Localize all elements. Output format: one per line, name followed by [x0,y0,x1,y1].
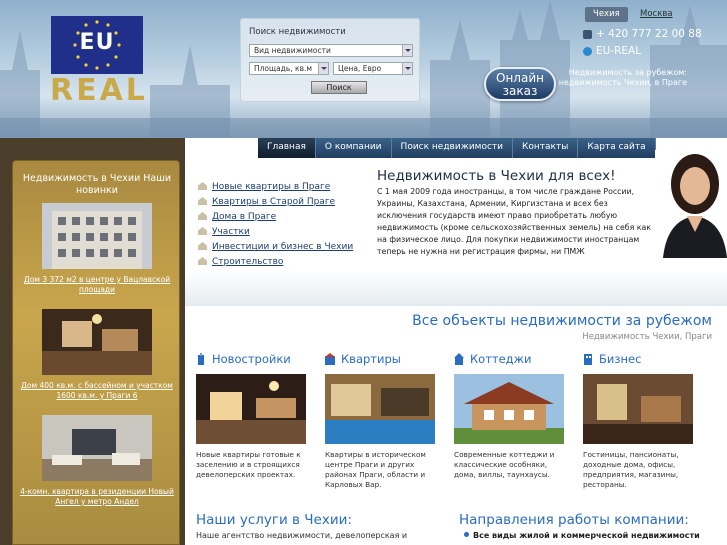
listing-caption[interactable]: 4-комн. квартира в резиденции Новый Анге… [13,487,181,507]
area-value: Площадь, кв.м [254,64,313,73]
link-label: Строительство [212,257,284,267]
listing-caption[interactable]: Дом 400 кв.м. с бассейном и участком 160… [13,381,181,401]
phone-number: + 420 777 22 00 88 [596,28,702,40]
search-title: Поиск недвижимости [249,27,346,37]
link-investments[interactable]: Инвестиции и бизнес в Чехии [198,240,353,255]
link-apartments-old-prague[interactable]: Квартиры в Старой Праге [198,195,353,210]
cottage-icon [454,353,464,365]
nav-home[interactable]: Главная [258,138,316,158]
link-new-apartments-prague[interactable]: Новые квартиры в Праге [198,180,353,195]
listing-photo-interior [42,309,152,375]
listing-item[interactable]: 4-комн. квартира в резиденции Новый Анге… [13,415,181,507]
link-houses-prague[interactable]: Дома в Праге [198,210,353,225]
eu-flag: EU [51,16,143,74]
category-desc: Новые квартиры готовые к заселению и в с… [196,450,301,479]
category-new-buildings[interactable]: Новостройки Новые квартиры готовые к зас… [196,350,306,480]
listing-item[interactable]: Дом 3 372 м2 в центре у Вацлавской площа… [13,203,181,295]
house-icon [198,227,207,235]
house-icon [198,257,207,265]
chevron-down-icon [318,63,328,74]
house-icon [198,182,207,190]
link-label: Инвестиции и бизнес в Чехии [212,242,354,252]
services-text: Наше агентство недвижимости, девелоперск… [196,531,408,540]
category-desc: Современные коттеджи и классические особ… [454,450,555,479]
quick-links: Новые квартиры в Праге Квартиры в Старой… [198,180,353,270]
nav-about[interactable]: О компании [315,138,392,158]
category-title[interactable]: Квартиры [341,352,401,366]
site-logo[interactable]: EU REAL [50,16,148,108]
listing-photo-apartment [42,415,152,481]
section-title: Все объекты недвижимости за рубежом [412,313,712,329]
skype-contact[interactable]: EU-REAL [583,45,641,57]
nav-search[interactable]: Поиск недвижимости [391,138,514,158]
nav-sitemap[interactable]: Карта сайта [578,138,656,158]
link-plots[interactable]: Участки [198,225,353,240]
category-title[interactable]: Новостройки [212,352,291,366]
chevron-down-icon [402,45,412,56]
lang-moscow[interactable]: Москва [632,7,681,22]
skype-icon [583,46,592,56]
link-label: Участки [212,227,250,237]
new-listings-panel: Недвижимость в Чехии Наши новинки Дом 3 … [12,160,180,545]
left-column: Недвижимость в Чехии Наши новинки Дом 3 … [0,138,185,545]
logo-real-text: REAL [50,73,148,108]
category-photo [325,374,435,444]
new-listings-title: Недвижимость в Чехии Наши новинки [22,173,172,196]
lang-czech[interactable]: Чехия [585,7,628,22]
house-icon [198,197,207,205]
category-desc: Гостиницы, пансионаты, доходные дома, оф… [583,450,679,489]
category-photo [454,374,564,444]
link-label: Новые квартиры в Праге [212,182,331,192]
section-band [185,270,727,306]
listing-item[interactable]: Дом 400 кв.м. с бассейном и участком 160… [13,309,181,401]
phone-icon [583,29,592,39]
category-title[interactable]: Бизнес [599,352,641,366]
header: EU REAL Поиск недвижимости Вид недвижимо… [0,0,727,138]
promo-title: Недвижимость в Чехии для всех! [377,168,616,184]
link-construction[interactable]: Строительство [198,255,353,270]
property-type-select[interactable]: Вид недвижимости [249,44,413,57]
house-icon [198,242,207,250]
link-label: Дома в Праге [212,212,277,222]
search-button[interactable]: Поиск [311,81,367,94]
header-tagline: Недвижимость за рубежом: недвижимость Че… [558,68,687,87]
directions-title: Направления работы компании: [459,512,689,528]
skype-name: EU-REAL [596,45,642,57]
services-title: Наши услуги в Чехии: [196,512,352,528]
category-desc: Квартиры в историческом центре Праги и д… [325,450,426,489]
price-value: Цена, Евро [338,64,382,73]
nav-contacts[interactable]: Контакты [513,138,579,158]
price-select[interactable]: Цена, Евро [333,62,413,75]
category-cottages[interactable]: Коттеджи Современные коттеджи и классиче… [454,350,564,480]
listing-caption[interactable]: Дом 3 372 м2 в центре у Вацлавской площа… [13,275,181,295]
search-form: Поиск недвижимости Вид недвижимости Площ… [240,18,420,102]
section-subtitle: Недвижимость Чехии, Праги [582,332,712,342]
house-icon [198,212,207,220]
link-label: Квартиры в Старой Праге [212,197,336,207]
category-title[interactable]: Коттеджи [470,352,531,366]
category-photo [583,374,693,444]
listing-photo-building [42,203,152,269]
area-select[interactable]: Площадь, кв.м [249,62,329,75]
promo-text: С 1 мая 2009 года иностранцы, в том числ… [377,187,651,256]
logo-eu-text: EU [79,30,115,55]
business-icon [584,354,592,365]
agent-photo [655,150,727,258]
property-type-value: Вид недвижимости [254,46,331,55]
category-apartments[interactable]: Квартиры Квартиры в историческом центре … [325,350,435,490]
phone-contact: + 420 777 22 00 88 [583,28,702,40]
category-business[interactable]: Бизнес Гостиницы, пансионаты, доходные д… [583,350,693,490]
category-photo [196,374,306,444]
apartment-icon [325,353,335,365]
new-building-icon [198,353,204,365]
directions-text: Все виды жилой и коммерческой недвижимос… [464,531,700,540]
chevron-down-icon [402,63,412,74]
